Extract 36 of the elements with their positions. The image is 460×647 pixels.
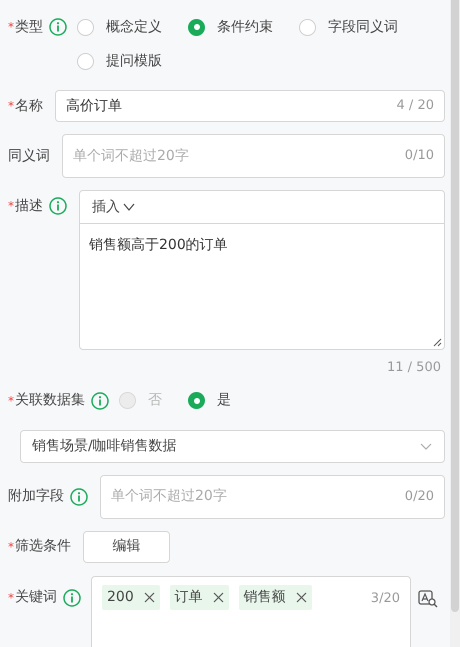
keyword-tag: 订单 bbox=[170, 584, 229, 610]
editor-field[interactable]: 插入 销售额高于200的订单 bbox=[79, 190, 445, 350]
close-icon[interactable] bbox=[144, 592, 155, 602]
text-search-icon[interactable] bbox=[418, 590, 438, 608]
required-asterisk: * bbox=[8, 198, 14, 215]
field-label: 筛选条件 bbox=[15, 537, 71, 556]
chevron-down-icon bbox=[123, 201, 135, 213]
field-label: 名称 bbox=[15, 96, 43, 116]
radio-option[interactable]: 条件约束 bbox=[188, 14, 273, 40]
keyword-tag: 200 bbox=[102, 584, 160, 610]
close-icon[interactable] bbox=[212, 592, 224, 602]
required-asterisk: * bbox=[8, 538, 14, 556]
field-label: 附加字段 bbox=[8, 487, 64, 506]
required-asterisk: * bbox=[8, 590, 14, 606]
resize-handle-icon[interactable] bbox=[433, 338, 442, 347]
field-label: 关联数据集 bbox=[15, 391, 85, 410]
input-field[interactable]: 高价订单 4 / 20 bbox=[55, 90, 445, 122]
required-asterisk: * bbox=[8, 19, 14, 36]
field-label: 描述 bbox=[15, 196, 43, 216]
scrollbar[interactable] bbox=[450, 0, 460, 647]
required-asterisk: * bbox=[8, 392, 14, 410]
radio-option[interactable]: 概念定义 bbox=[77, 14, 162, 40]
insert-menu[interactable]: 插入 bbox=[92, 196, 135, 218]
character-counter: 11 / 500 bbox=[387, 359, 441, 377]
edit-button[interactable]: 编辑 bbox=[83, 530, 170, 562]
keyword-field[interactable]: 200 订单 销售额 3/20 bbox=[91, 576, 411, 647]
radio-option[interactable]: 提问模版 bbox=[77, 48, 162, 74]
field-label: 关键词 bbox=[15, 588, 57, 607]
field-label: 类型 bbox=[15, 18, 43, 36]
dataset-select[interactable]: 销售场景/咖啡销售数据 bbox=[20, 430, 445, 462]
keyword-tag: 销售额 bbox=[238, 584, 312, 610]
radio-option[interactable]: 字段同义词 bbox=[299, 14, 398, 40]
required-asterisk: * bbox=[8, 98, 14, 115]
radio-option[interactable]: 是 bbox=[188, 388, 231, 414]
close-icon[interactable] bbox=[296, 592, 307, 602]
field-label: 同义词 bbox=[8, 146, 50, 166]
